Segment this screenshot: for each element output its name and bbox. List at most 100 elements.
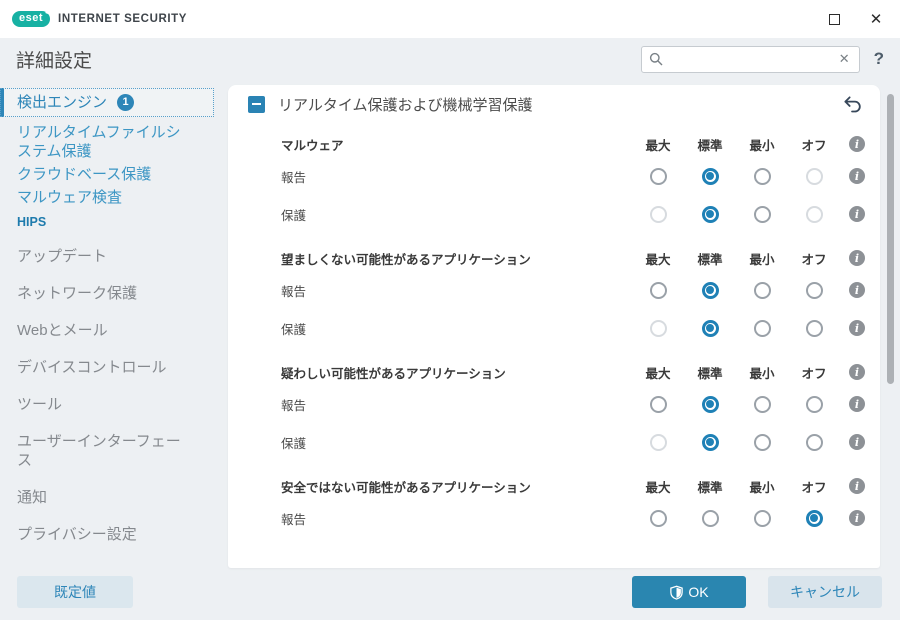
radio-max[interactable] [649,319,667,337]
sidebar-item-network-protection[interactable]: ネットワーク保護 [0,275,228,312]
page-title: 詳細設定 [16,50,93,72]
sidebar-item-malware-scans[interactable]: マルウェア検査 [0,186,228,209]
search-input[interactable] [667,51,837,67]
section-title: リアルタイム保護および機械学習保護 [278,96,533,114]
setting-row-report: 報告 i [228,271,880,309]
column-header-max: 最大 [645,480,671,495]
radio-min[interactable] [753,509,771,527]
search-box[interactable]: ✕ [640,45,860,73]
setting-row-protection: 保護 i [228,423,880,461]
radio-max[interactable] [649,509,667,527]
attention-badge: 1 [117,94,135,111]
radio-off[interactable] [805,205,823,223]
column-header-min: 最小 [749,480,775,495]
radio-off[interactable] [805,319,823,337]
setting-group-potentially-unsafe: 安全ではない可能性があるアプリケーション 最大 標準 最小 オフ i 報告 i [228,473,880,537]
column-header-off: オフ [801,252,827,267]
radio-min[interactable] [753,395,771,413]
radio-standard[interactable] [701,509,719,527]
radio-standard[interactable] [701,395,719,413]
radio-max[interactable] [649,281,667,299]
sidebar-item-tools[interactable]: ツール [0,386,228,423]
radio-standard[interactable] [701,433,719,451]
column-header-standard: 標準 [697,252,723,267]
sidebar-item-cloud-based-protection[interactable]: クラウドベース保護 [0,163,228,186]
radio-off[interactable] [805,395,823,413]
setting-row-protection: 保護 i [228,195,880,233]
product-name: INTERNET SECURITY [58,13,188,25]
info-icon[interactable]: i [849,364,865,380]
sidebar-item-realtime-filesystem-protection[interactable]: リアルタイムファイルシステム保護 [0,121,228,163]
info-icon[interactable]: i [849,282,865,298]
close-icon: ✕ [869,10,883,28]
setting-row-report: 報告 i [228,157,880,195]
column-header-off: オフ [801,138,827,153]
radio-max[interactable] [649,205,667,223]
sidebar-item-detection-engine[interactable]: 検出エンジン 1 [0,88,214,117]
info-icon[interactable]: i [849,168,865,184]
sidebar-item-web-and-email[interactable]: Webとメール [0,312,228,349]
info-icon[interactable]: i [849,136,865,152]
sidebar-item-notifications[interactable]: 通知 [0,479,228,516]
radio-min[interactable] [753,205,771,223]
column-header-off: オフ [801,480,827,495]
undo-icon[interactable] [843,95,862,114]
maximize-button[interactable] [820,7,848,31]
info-icon[interactable]: i [849,396,865,412]
info-icon[interactable]: i [849,320,865,336]
vertical-scrollbar[interactable] [887,92,894,562]
row-label: 保護 [281,322,307,337]
scrollbar-thumb[interactable] [887,94,894,384]
setting-group-potentially-suspicious: 疑わしい可能性があるアプリケーション 最大 標準 最小 オフ i 報告 i 保護 [228,359,880,461]
info-icon[interactable]: i [849,510,865,526]
section-header: リアルタイム保護および機械学習保護 [228,85,880,123]
info-icon[interactable]: i [849,250,865,266]
radio-off[interactable] [805,433,823,451]
radio-min[interactable] [753,167,771,185]
collapse-icon[interactable] [248,95,265,113]
radio-max[interactable] [649,395,667,413]
row-label: 報告 [281,284,307,299]
radio-standard[interactable] [701,205,719,223]
radio-standard[interactable] [701,319,719,337]
radio-standard[interactable] [701,167,719,185]
radio-off[interactable] [805,281,823,299]
setting-row-report: 報告 i [228,385,880,423]
column-header-max: 最大 [645,138,671,153]
help-icon[interactable]: ? [874,49,884,69]
sidebar-item-hips[interactable]: HIPS [0,209,228,238]
settings-panel: リアルタイム保護および機械学習保護 マルウェア 最大 標準 最小 オフ i 報告 [228,85,880,568]
setting-group-malware: マルウェア 最大 標準 最小 オフ i 報告 i 保護 i [228,131,880,233]
info-icon[interactable]: i [849,434,865,450]
row-label: 保護 [281,436,307,451]
radio-min[interactable] [753,319,771,337]
sidebar-item-update[interactable]: アップデート [0,238,228,275]
ok-button[interactable]: OK [632,576,746,608]
radio-min[interactable] [753,433,771,451]
cancel-button[interactable]: キャンセル [768,576,882,608]
group-title: 安全ではない可能性があるアプリケーション [281,480,531,495]
radio-off[interactable] [805,509,823,527]
close-button[interactable]: ✕ [862,7,890,31]
group-title: 疑わしい可能性があるアプリケーション [281,366,506,381]
info-icon[interactable]: i [849,478,865,494]
clear-search-icon[interactable]: ✕ [837,51,852,67]
setting-row-report: 報告 i [228,499,880,537]
row-label: 報告 [281,512,307,527]
default-button[interactable]: 既定値 [17,576,133,608]
sidebar-item-device-control[interactable]: デバイスコントロール [0,349,228,386]
group-title: マルウェア [281,138,344,153]
info-icon[interactable]: i [849,206,865,222]
radio-max[interactable] [649,433,667,451]
ok-label: OK [688,584,709,600]
column-header-standard: 標準 [697,366,723,381]
column-header-standard: 標準 [697,480,723,495]
radio-max[interactable] [649,167,667,185]
radio-off[interactable] [805,167,823,185]
shield-icon [670,585,684,600]
sidebar-item-privacy-settings[interactable]: プライバシー設定 [0,516,228,553]
sidebar-item-user-interface[interactable]: ユーザーインターフェース [0,423,228,479]
radio-standard[interactable] [701,281,719,299]
column-header-standard: 標準 [697,138,723,153]
radio-min[interactable] [753,281,771,299]
